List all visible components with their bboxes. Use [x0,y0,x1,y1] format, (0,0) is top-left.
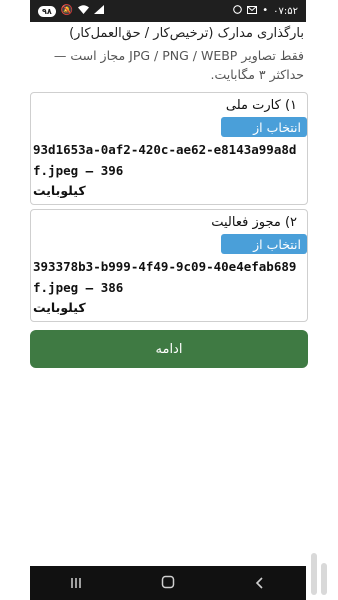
select-file-button[interactable]: انتخاب از [221,234,307,254]
battery-icon: ۹۸ [38,5,56,17]
status-right: • ۰۷:۵۲ [233,5,298,17]
dot-icon: • [262,5,269,16]
recent-apps-icon[interactable] [70,574,82,593]
status-bar: ۹۸ 🔕 • ۰۷:۵۲ [30,0,306,22]
upload-page: بارگذاری مدارک (ترخیص‌کار / حق‌العمل‌کار… [30,22,308,368]
document-label: ۲) مجوز فعالیت [211,215,297,230]
file-name: 93d1653a-0af2-420c-ae62-e8143a99a8df.jpe… [33,142,297,178]
status-left: ۹۸ 🔕 [38,5,105,17]
mute-icon: 🔕 [60,5,74,16]
file-size-unit: کیلوبایت [33,183,86,198]
navigation-bar [30,566,306,600]
clock: ۰۷:۵۲ [273,5,298,17]
document-label: ۱) کارت ملی [225,98,297,113]
select-file-button[interactable]: انتخاب از [221,117,307,137]
home-icon[interactable] [161,574,175,593]
file-name: 393378b3-b999-4f49-9c09-40e4efab689f.jpe… [33,259,297,295]
page-subtitle: فقط تصاویر JPG / PNG / WEBP مجاز است — ح… [53,48,304,82]
watermark-logo [304,548,336,600]
document-card-national-id: ۱) کارت ملی انتخاب از 93d1653a-0af2-420c… [30,92,308,205]
page-title: بارگذاری مدارک (ترخیص‌کار / حق‌العمل‌کار… [69,26,304,41]
signal-icon [94,5,105,17]
continue-button[interactable]: ادامه [30,330,308,368]
whatsapp-icon [233,5,243,17]
wifi-icon [78,5,90,17]
back-icon[interactable] [254,574,266,593]
document-card-license: ۲) مجوز فعالیت انتخاب از 393378b3-b999-4… [30,209,308,322]
file-size-unit: کیلوبایت [33,300,86,315]
email-icon [247,5,258,17]
